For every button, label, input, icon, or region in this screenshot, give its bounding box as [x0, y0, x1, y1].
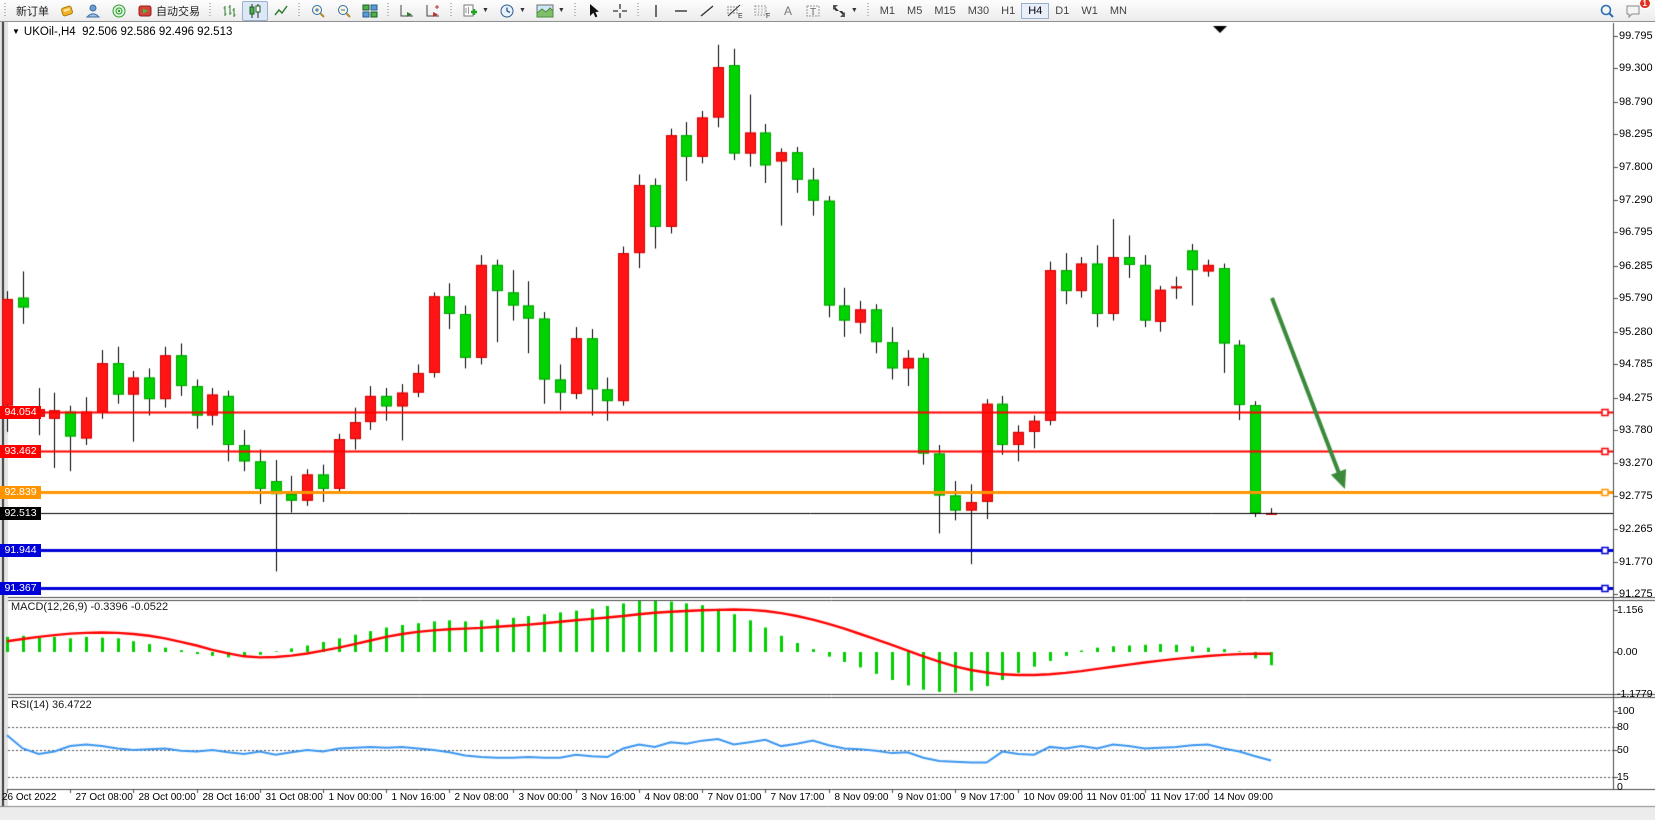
templates-button[interactable]: ▼	[531, 1, 570, 21]
template-icon	[536, 3, 554, 19]
svg-text:A: A	[784, 4, 792, 18]
toolbar: 新订单 自动交易 ▼ ▼	[0, 0, 1655, 22]
line-chart-icon	[273, 3, 289, 19]
zoom-out-icon	[336, 3, 352, 19]
trendline-icon	[699, 3, 715, 19]
dropdown-caret-icon: ▼	[851, 7, 858, 14]
radar-icon	[111, 3, 127, 19]
notification-count-badge: 1	[1639, 0, 1651, 9]
toolbar-grip[interactable]	[866, 3, 871, 18]
text-button[interactable]: A	[776, 1, 800, 21]
timeframe-w1-button[interactable]: W1	[1075, 4, 1104, 18]
timeframe-m15-button[interactable]: M15	[928, 4, 961, 18]
candlestick-chart-icon	[247, 3, 263, 19]
new-order-label: 新订单	[16, 3, 49, 19]
search-button[interactable]	[1594, 1, 1620, 21]
auto-scroll-icon	[399, 3, 415, 19]
zoom-in-button[interactable]	[305, 1, 331, 21]
timeframe-mn-button[interactable]: MN	[1104, 4, 1133, 18]
chart-shift-icon	[425, 3, 441, 19]
cursor-button[interactable]	[581, 1, 607, 21]
tile-windows-icon	[362, 3, 378, 19]
periods-button[interactable]: ▼	[494, 1, 531, 21]
metaeditor-button[interactable]	[54, 1, 80, 21]
new-chart-icon	[462, 3, 478, 19]
search-icon	[1599, 3, 1615, 19]
metaeditor-icon	[59, 3, 75, 19]
timeframe-h1-button[interactable]: H1	[995, 4, 1021, 18]
toolbar-grip[interactable]	[208, 3, 213, 18]
timeframe-m5-button[interactable]: M5	[901, 4, 928, 18]
text-a-icon: A	[781, 3, 795, 19]
dropdown-caret-icon: ▼	[482, 7, 489, 14]
new-order-button[interactable]: 新订单	[11, 1, 54, 21]
grid-button[interactable]: F	[748, 1, 776, 21]
tile-windows-button[interactable]	[357, 1, 383, 21]
toolbar-grip[interactable]	[449, 3, 454, 18]
dropdown-caret-icon: ▼	[558, 7, 565, 14]
shapes-button[interactable]: ▼	[826, 1, 863, 21]
toolbar-grip[interactable]	[3, 3, 8, 18]
auto-trading-icon	[137, 3, 153, 19]
horizontal-line-icon	[673, 3, 689, 19]
shapes-arrows-icon	[831, 3, 847, 19]
timeframe-d1-button[interactable]: D1	[1049, 4, 1075, 18]
toolbar-grip[interactable]	[573, 3, 578, 18]
toolbar-grip[interactable]	[636, 3, 641, 18]
vertical-line-button[interactable]	[644, 1, 668, 21]
zoom-out-button[interactable]	[331, 1, 357, 21]
auto-trading-label: 自动交易	[156, 3, 200, 19]
candlestick-chart-button[interactable]	[242, 1, 268, 21]
toolbar-grip[interactable]	[297, 3, 302, 18]
chart-shift-button[interactable]	[420, 1, 446, 21]
chart-canvas[interactable]	[0, 0, 1655, 820]
market-watch-button[interactable]	[106, 1, 132, 21]
timeframe-m1-button[interactable]: M1	[874, 4, 901, 18]
auto-trading-button[interactable]: 自动交易	[132, 1, 205, 21]
crosshair-icon	[612, 3, 628, 19]
vertical-line-icon	[649, 3, 663, 19]
toolbar-grip[interactable]	[386, 3, 391, 18]
cursor-icon	[586, 3, 602, 19]
bar-chart-icon	[221, 3, 237, 19]
timeframe-h4-button[interactable]: H4	[1021, 3, 1049, 19]
navigator-button[interactable]	[80, 1, 106, 21]
trendline-button[interactable]	[694, 1, 720, 21]
svg-text:F: F	[766, 13, 770, 19]
grid-icon: F	[753, 3, 771, 19]
line-chart-button[interactable]	[268, 1, 294, 21]
fibonacci-icon: E	[725, 3, 743, 19]
dropdown-caret-icon: ▼	[519, 7, 526, 14]
bar-chart-button[interactable]	[216, 1, 242, 21]
new-chart-button[interactable]: ▼	[457, 1, 494, 21]
auto-scroll-button[interactable]	[394, 1, 420, 21]
text-label-icon: T	[805, 3, 821, 19]
clock-icon	[499, 3, 515, 19]
crosshair-button[interactable]	[607, 1, 633, 21]
text-label-button[interactable]: T	[800, 1, 826, 21]
svg-text:T: T	[810, 7, 816, 18]
horizontal-line-button[interactable]	[668, 1, 694, 21]
zoom-in-icon	[310, 3, 326, 19]
chart-window	[0, 21, 1655, 807]
notifications-button[interactable]: 1	[1620, 1, 1647, 21]
timeframe-m30-button[interactable]: M30	[962, 4, 995, 18]
navigator-person-icon	[85, 3, 101, 19]
svg-text:E: E	[738, 13, 743, 19]
fibonacci-button[interactable]: E	[720, 1, 748, 21]
